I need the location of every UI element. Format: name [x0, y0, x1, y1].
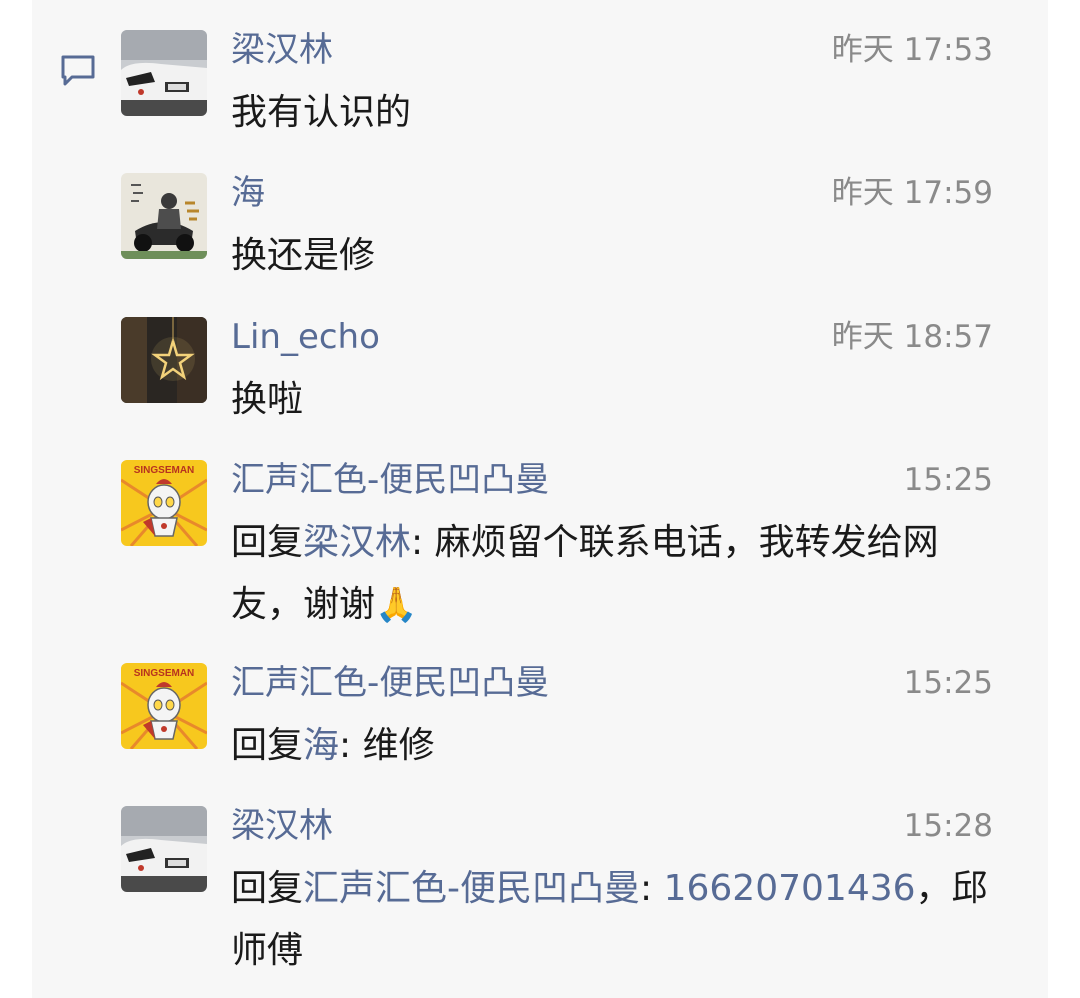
avatar-car[interactable]: [121, 806, 207, 892]
comment-text: 回复海: 维修: [231, 715, 1001, 777]
avatar-label: SINGSEMAN: [134, 465, 195, 476]
comment-text: 换啦: [231, 379, 304, 420]
phone-number-link[interactable]: 16620701436: [664, 868, 916, 909]
avatar-singseman[interactable]: SINGSEMAN: [121, 460, 207, 546]
comment-item: SINGSEMAN 汇声汇色-便民凹凸曼 15:25 回复海: 维修: [121, 663, 1001, 766]
comment-author[interactable]: 汇声汇色-便民凹凸曼: [231, 663, 549, 703]
comment-author[interactable]: 梁汉林: [231, 30, 333, 70]
comment-text: 回复梁汉林: 麻烦留个联系电话，我转发给网友，谢谢🙏: [231, 512, 1001, 636]
comment-item: Lin_echo 昨天 18:57 换啦: [121, 317, 1001, 420]
reply-body: 维修: [362, 725, 435, 766]
reply-to-link[interactable]: 梁汉林: [303, 522, 411, 563]
reply-colon: :: [411, 522, 435, 563]
avatar-star-light[interactable]: [121, 317, 207, 403]
comment-time: 15:25: [903, 665, 993, 701]
avatar-motorcycle[interactable]: [121, 173, 207, 259]
folded-hands-emoji: 🙏: [375, 585, 418, 625]
comment-time: 昨天 17:53: [831, 32, 993, 68]
comment-text: 回复汇声汇色-便民凹凸曼: 16620701436，邱师傅: [231, 858, 1001, 982]
avatar-car[interactable]: [121, 30, 207, 116]
comment-text: 我有认识的: [231, 92, 412, 133]
reply-to-link[interactable]: 汇声汇色-便民凹凸曼: [303, 868, 640, 909]
comment-time: 昨天 17:59: [831, 175, 993, 211]
reply-prefix: 回复: [231, 725, 304, 766]
reply-colon: :: [339, 725, 363, 766]
comment-author[interactable]: 汇声汇色-便民凹凸曼: [231, 460, 549, 500]
reply-prefix: 回复: [231, 868, 304, 909]
comment-author[interactable]: 梁汉林: [231, 806, 333, 846]
comment-text: 换还是修: [231, 235, 376, 276]
comment-author[interactable]: 海: [231, 173, 265, 213]
comment-item: 海 昨天 17:59 换还是修: [121, 173, 1001, 276]
avatar-label: SINGSEMAN: [134, 668, 195, 679]
avatar-singseman[interactable]: SINGSEMAN: [121, 663, 207, 749]
comment-time: 15:28: [903, 808, 993, 844]
comment-item: 梁汉林 昨天 17:53 我有认识的: [121, 30, 1001, 133]
comment-item: 梁汉林 15:28 回复汇声汇色-便民凹凸曼: 16620701436，邱师傅: [121, 806, 1001, 976]
comment-time: 15:25: [903, 462, 993, 498]
comment-item: SINGSEMAN 汇声汇色-便民凹凸曼 15:25 回复梁汉林: 麻烦留个联系…: [121, 460, 1001, 630]
comment-time: 昨天 18:57: [831, 319, 993, 355]
reply-to-link[interactable]: 海: [303, 725, 339, 766]
comment-author[interactable]: Lin_echo: [231, 317, 380, 357]
reply-colon: :: [640, 868, 664, 909]
comment-bubble-icon: [61, 55, 95, 86]
reply-prefix: 回复: [231, 522, 304, 563]
